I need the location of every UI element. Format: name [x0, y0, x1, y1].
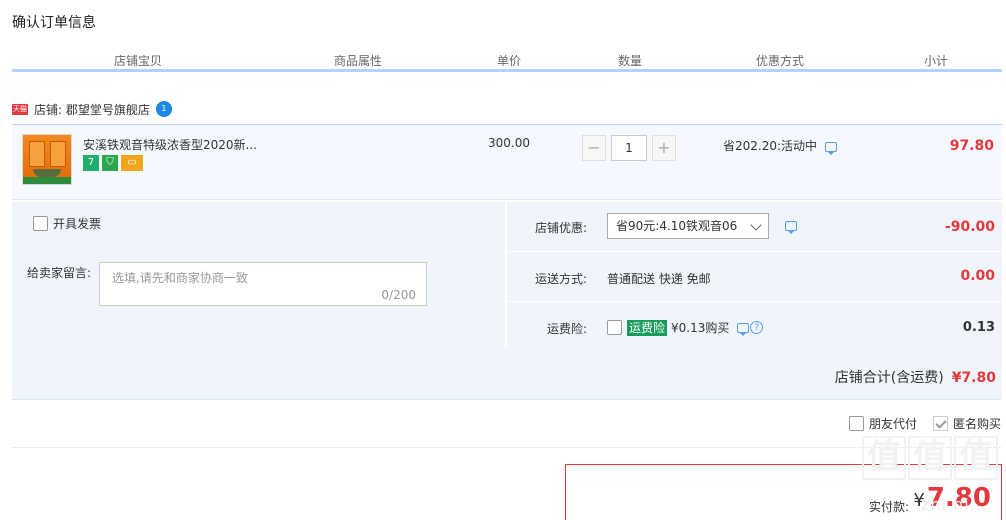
col-discount: 优惠方式	[756, 54, 805, 68]
insurance-price: ¥0.13购买	[671, 321, 730, 335]
quantity-input[interactable]: 1	[611, 135, 647, 161]
credit-card-icon[interactable]: ▭	[121, 155, 143, 171]
unit-price: 300.00	[488, 136, 530, 150]
watermark-url: zhi.hi...	[921, 495, 988, 514]
col-shop-item: 店铺宝贝	[114, 54, 163, 68]
invoice-option[interactable]: 开具发票	[28, 215, 101, 232]
7-day-return-icon[interactable]: 7	[83, 155, 99, 171]
shop-discount-select[interactable]: 省90元:4.10铁观音06	[607, 213, 769, 239]
column-header: 店铺宝贝 商品属性 单价 数量 优惠方式 小计	[12, 50, 1002, 72]
shop-total: 店铺合计(含运费) ¥7.80	[835, 367, 996, 387]
invoice-label: 开具发票	[53, 217, 102, 231]
shop-discount-label: 店铺优惠:	[534, 221, 587, 235]
quantity-stepper: − 1 +	[582, 135, 676, 161]
page-title: 确认订单信息	[12, 15, 96, 31]
final-label: 实付款:	[868, 500, 909, 514]
message-label: 给卖家留言:	[27, 266, 92, 280]
friend-pay-label: 朋友代付	[868, 417, 917, 431]
friend-pay-checkbox[interactable]	[848, 416, 864, 431]
chevron-down-icon	[750, 219, 762, 231]
help-icon[interactable]: ?	[750, 321, 764, 334]
seller-message-textarea[interactable]: 选填,请先和商家协商一致 0/200	[99, 262, 427, 306]
insurance-label: 运费险:	[546, 322, 587, 336]
discount-info: 省202.20:活动中	[723, 139, 818, 153]
anonymous-checkbox[interactable]	[932, 416, 948, 431]
shop-name-link[interactable]: 店铺: 郡望堂号旗舰店	[34, 101, 150, 118]
insurance-value: 0.13	[962, 320, 995, 335]
service-icons: 7 ⛉ ▭	[83, 155, 146, 171]
product-name-link[interactable]: 安溪铁观音特级浓香型2020新...	[83, 136, 257, 153]
insurance-checkbox[interactable]	[607, 320, 622, 335]
order-item-row: 安溪铁观音特级浓香型2020新... 7 ⛉ ▭ 300.00 − 1 + 省2…	[12, 124, 1002, 200]
watermark-logo: 值值值	[860, 436, 998, 480]
message-counter: 0/200	[381, 288, 416, 302]
col-attributes: 商品属性	[334, 54, 383, 68]
anonymous-option[interactable]: 匿名购买	[932, 415, 1001, 432]
anonymous-label: 匿名购买	[952, 417, 1001, 431]
buyer-options: 开具发票 给卖家留言: 选填,请先和商家协商一致 0/200	[12, 202, 505, 347]
insurance-comment-icon[interactable]	[737, 322, 750, 336]
shop-total-value: ¥7.80	[951, 370, 996, 386]
shipping-value: 0.00	[960, 268, 995, 284]
item-subtotal: 97.80	[949, 138, 994, 154]
decrease-quantity-button[interactable]: −	[582, 135, 606, 161]
friend-pay-option[interactable]: 朋友代付	[848, 415, 917, 432]
insurance-badge: 运费险	[627, 319, 668, 336]
shop-discount-value: -90.00	[944, 219, 995, 235]
shop-discount-selected: 省90元:4.10铁观音06	[616, 219, 738, 233]
increase-quantity-button[interactable]: +	[652, 135, 676, 161]
shop-options: 店铺优惠: 省90元:4.10铁观音06 -90.00 运送方式: 普通配送 快…	[507, 202, 1002, 347]
shop-discount-comment-icon[interactable]	[785, 221, 797, 234]
payment-options: 朋友代付 匿名购买	[833, 415, 1001, 432]
message-placeholder: 选填,请先和商家协商一致	[112, 271, 248, 285]
order-options: 开具发票 给卖家留言: 选填,请先和商家协商一致 0/200 店铺优惠: 省90…	[12, 202, 1002, 400]
wangwang-chat-icon[interactable]: 1	[155, 101, 172, 117]
discount-comment-icon[interactable]	[825, 142, 837, 155]
invoice-checkbox[interactable]	[33, 216, 48, 231]
insurance-option[interactable]: 运费险 ¥0.13购买 ?	[607, 319, 764, 336]
product-thumbnail[interactable]	[22, 134, 72, 185]
guarantee-icon[interactable]: ⛉	[102, 155, 118, 171]
col-quantity: 数量	[618, 54, 643, 68]
col-unit-price: 单价	[497, 54, 522, 68]
shop-line: 天猫 店铺: 郡望堂号旗舰店 1	[12, 100, 172, 118]
shipping-method: 普通配送 快递 免邮	[607, 272, 711, 286]
col-subtotal: 小计	[924, 54, 949, 68]
tmall-badge-icon: 天猫	[12, 103, 28, 115]
shipping-label: 运送方式:	[534, 272, 587, 286]
shop-total-label: 店铺合计(含运费)	[834, 370, 944, 386]
